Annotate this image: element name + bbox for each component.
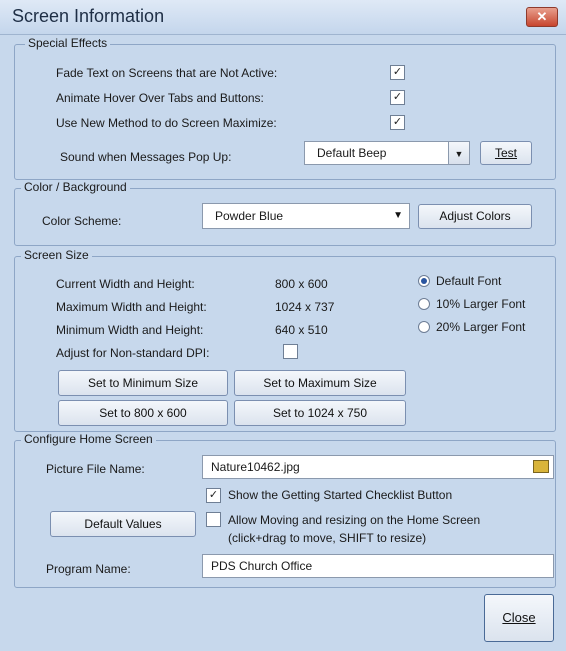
default-values-label: Default Values	[84, 517, 162, 531]
allow-moving-checkbox[interactable]	[206, 512, 221, 527]
color-scheme-value: Powder Blue	[215, 209, 284, 223]
test-button-label: Test	[494, 146, 517, 160]
allow-moving-label: Allow Moving and resizing on the Home Sc…	[228, 513, 481, 527]
animate-hover-label: Animate Hover Over Tabs and Buttons:	[56, 91, 264, 105]
color-background-legend: Color / Background	[21, 180, 130, 194]
picture-file-label: Picture File Name:	[46, 462, 145, 476]
window-title: Screen Information	[12, 6, 165, 26]
set-800x600-label: Set to 800 x 600	[99, 406, 187, 420]
current-size-value: 800 x 600	[275, 277, 328, 291]
larger20-font-label: 20% Larger Font	[436, 320, 526, 334]
new-maximize-label: Use New Method to do Screen Maximize:	[56, 116, 277, 130]
check-icon: ✓	[392, 116, 403, 128]
check-icon: ✓	[392, 66, 403, 78]
program-name-input[interactable]: PDS Church Office	[202, 554, 554, 578]
test-button[interactable]: Test	[480, 141, 532, 165]
close-button-label: Close	[502, 610, 536, 625]
color-scheme-label: Color Scheme:	[42, 214, 122, 228]
sound-dropdown-button[interactable]: ▼	[448, 142, 469, 164]
special-effects-legend: Special Effects	[25, 36, 111, 50]
picture-file-input[interactable]: Nature10462.jpg	[202, 455, 554, 479]
show-checklist-label: Show the Getting Started Checklist Butto…	[228, 488, 453, 502]
set-minimum-size-button[interactable]: Set to Minimum Size	[58, 370, 228, 396]
max-size-value: 1024 x 737	[275, 300, 335, 314]
sound-label: Sound when Messages Pop Up:	[60, 150, 232, 164]
larger10-font-label: 10% Larger Font	[436, 297, 526, 311]
set-maximum-size-label: Set to Maximum Size	[263, 376, 377, 390]
radio-20-larger-font[interactable]	[418, 321, 430, 333]
set-1024x750-label: Set to 1024 x 750	[272, 406, 368, 420]
dpi-label: Adjust for Non-standard DPI:	[56, 346, 210, 360]
adjust-colors-label: Adjust Colors	[439, 209, 511, 223]
program-name-label: Program Name:	[46, 562, 131, 576]
set-minimum-size-label: Set to Minimum Size	[87, 376, 199, 390]
max-size-label: Maximum Width and Height:	[56, 300, 207, 314]
radio-10-larger-font[interactable]	[418, 298, 430, 310]
current-size-label: Current Width and Height:	[56, 277, 195, 291]
check-icon: ✓	[208, 489, 219, 501]
title-bar: Screen Information ✕	[0, 0, 566, 35]
close-icon[interactable]: ✕	[526, 7, 558, 27]
folder-open-icon[interactable]	[533, 460, 549, 473]
animate-hover-checkbox[interactable]: ✓	[390, 90, 405, 105]
fade-text-checkbox[interactable]: ✓	[390, 65, 405, 80]
adjust-colors-button[interactable]: Adjust Colors	[418, 204, 532, 229]
close-button[interactable]: Close	[484, 594, 554, 642]
radio-default-font[interactable]	[418, 275, 430, 287]
chevron-down-icon: ▼	[393, 210, 403, 221]
min-size-value: 640 x 510	[275, 323, 328, 337]
allow-moving-hint: (click+drag to move, SHIFT to resize)	[228, 531, 427, 545]
show-checklist-checkbox[interactable]: ✓	[206, 488, 221, 503]
sound-select[interactable]: Default Beep ▼	[304, 141, 470, 165]
color-scheme-select[interactable]: Powder Blue ▼	[202, 203, 410, 229]
home-screen-legend: Configure Home Screen	[21, 432, 156, 446]
default-font-label: Default Font	[436, 274, 502, 288]
min-size-label: Minimum Width and Height:	[56, 323, 204, 337]
picture-file-value: Nature10462.jpg	[211, 460, 300, 474]
chevron-down-icon: ▼	[454, 149, 464, 159]
set-800x600-button[interactable]: Set to 800 x 600	[58, 400, 228, 426]
check-icon: ✓	[392, 91, 403, 103]
sound-select-value: Default Beep	[317, 146, 387, 160]
program-name-value: PDS Church Office	[211, 559, 313, 573]
new-maximize-checkbox[interactable]: ✓	[390, 115, 405, 130]
default-values-button[interactable]: Default Values	[50, 511, 196, 537]
dpi-checkbox[interactable]	[283, 344, 298, 359]
screen-size-legend: Screen Size	[21, 248, 92, 262]
fade-text-label: Fade Text on Screens that are Not Active…	[56, 66, 278, 80]
set-maximum-size-button[interactable]: Set to Maximum Size	[234, 370, 406, 396]
set-1024x750-button[interactable]: Set to 1024 x 750	[234, 400, 406, 426]
